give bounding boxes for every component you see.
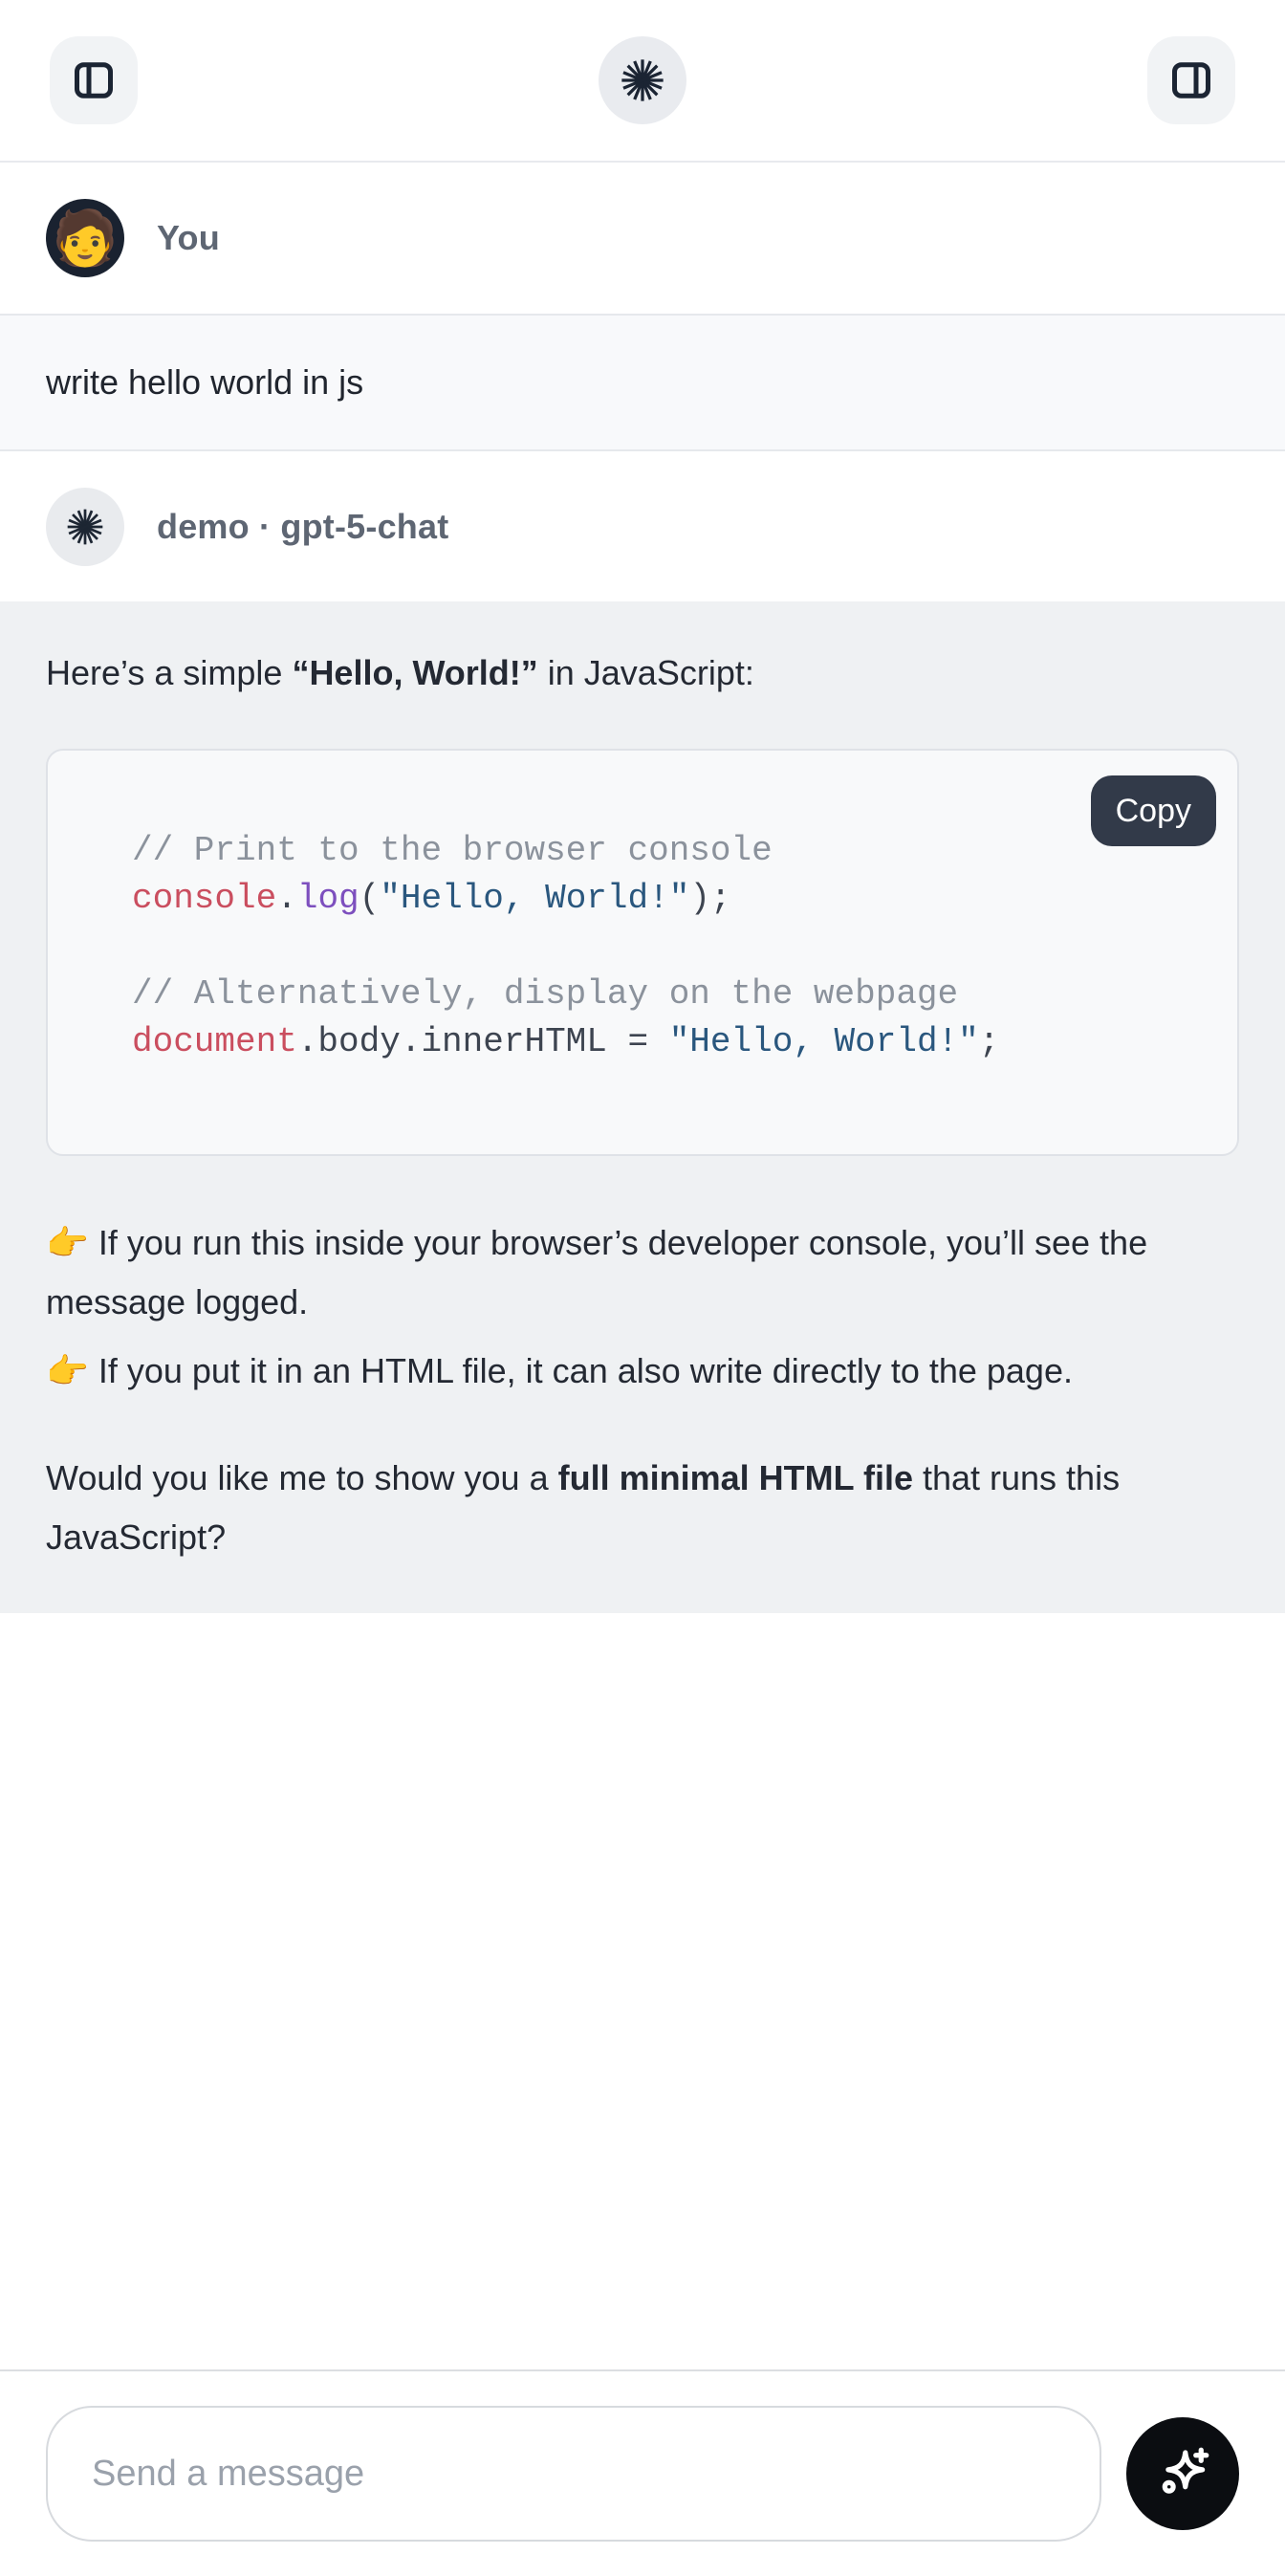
user-message-text: write hello world in js — [46, 363, 1239, 402]
person-emoji: 🧑 — [52, 211, 119, 265]
assistant-avatar — [46, 488, 124, 566]
user-turn-header: 🧑 You — [0, 163, 1285, 314]
chat-empty-area — [0, 1613, 1285, 2369]
starburst-icon — [618, 55, 667, 105]
user-message: write hello world in js — [0, 314, 1285, 451]
message-input[interactable] — [46, 2406, 1101, 2542]
topbar — [0, 0, 1285, 163]
panel-right-icon — [1167, 56, 1215, 104]
code-block: Copy // Print to the browser consolecons… — [46, 749, 1239, 1156]
sidebar-toggle-button[interactable] — [50, 36, 138, 124]
assistant-sender-label: demo · gpt-5-chat — [157, 507, 448, 547]
assistant-intro-paragraph: Here’s a simple “Hello, World!” in JavaS… — [46, 644, 1239, 703]
assistant-turn-header: demo · gpt-5-chat — [0, 451, 1285, 601]
user-avatar: 🧑 — [46, 199, 124, 277]
assistant-message: Here’s a simple “Hello, World!” in JavaS… — [0, 601, 1285, 1613]
pointing-right-emoji: 👉 — [46, 1223, 89, 1262]
panel-left-icon — [70, 56, 118, 104]
user-sender-label: You — [157, 218, 220, 258]
model-button[interactable] — [599, 36, 686, 124]
sparkle-icon — [1151, 2442, 1214, 2505]
pointing-right-emoji: 👉 — [46, 1351, 89, 1390]
send-button[interactable] — [1126, 2417, 1239, 2530]
code-content: // Print to the browser consoleconsole.l… — [132, 827, 1199, 1066]
starburst-icon — [64, 506, 106, 548]
tip-paragraph: 👉 If you put it in an HTML file, it can … — [46, 1342, 1239, 1401]
right-panel-toggle-button[interactable] — [1147, 36, 1235, 124]
copy-button[interactable]: Copy — [1091, 775, 1216, 846]
tip-paragraph: 👉 If you run this inside your browser’s … — [46, 1213, 1239, 1332]
composer — [0, 2369, 1285, 2576]
assistant-closing-paragraph: Would you like me to show you a full min… — [46, 1449, 1239, 1567]
